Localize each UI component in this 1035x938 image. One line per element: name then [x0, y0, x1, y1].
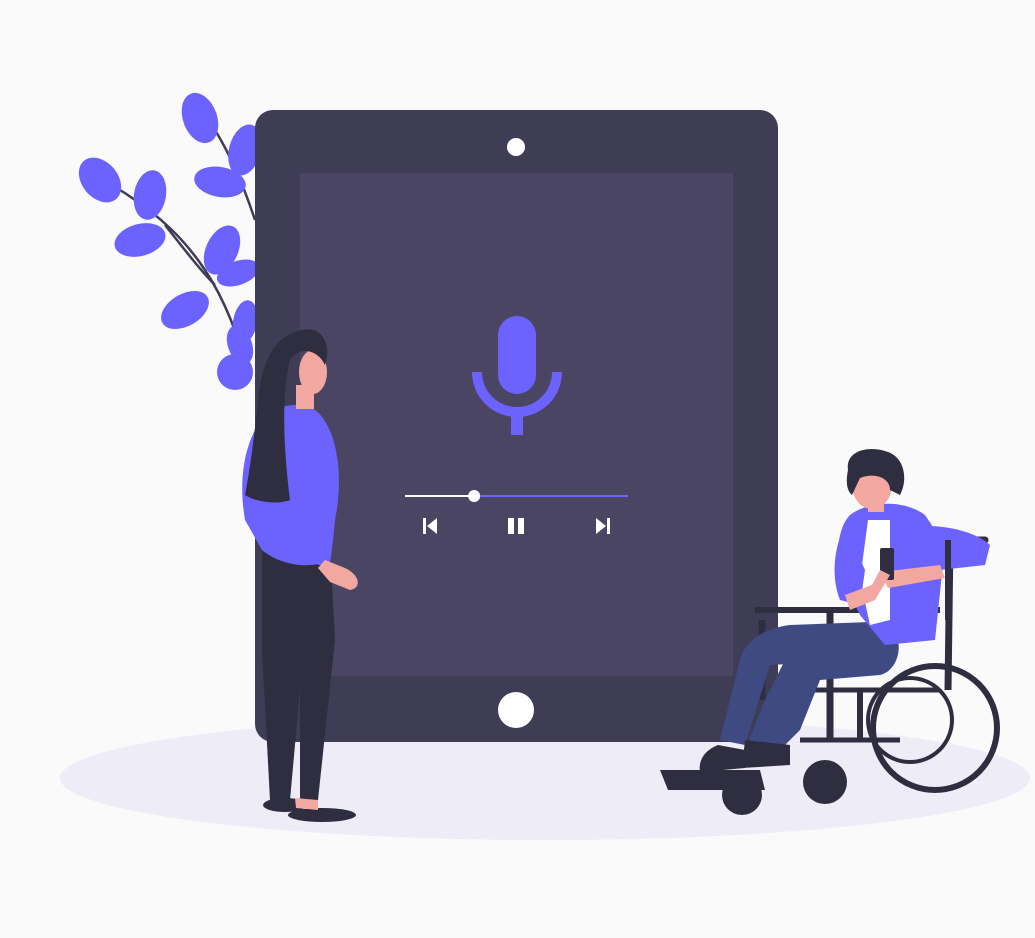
illustration-canvas [0, 0, 1035, 938]
home-button[interactable] [498, 692, 534, 728]
camera-icon [507, 138, 525, 156]
progress-knob[interactable] [468, 490, 481, 502]
